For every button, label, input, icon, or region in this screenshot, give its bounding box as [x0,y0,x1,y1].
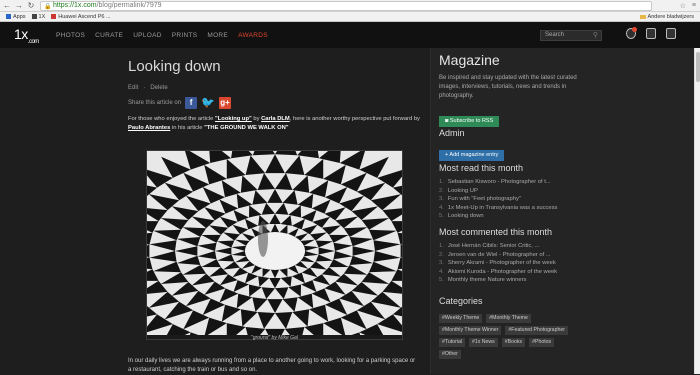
nav-photos[interactable]: PHOTOS [56,32,85,39]
intro-paragraph: For those who enjoyed the article "Looki… [128,116,420,131]
list-item[interactable]: 2. Looking UP [439,187,557,196]
google-plus-icon[interactable]: g+ [219,97,232,109]
tag-weekly-theme[interactable]: #Weekly Theme [439,314,483,323]
site-header: 1x.com PHOTOS CURATE UPLOAD PRINTS MORE … [0,22,700,48]
list-item[interactable]: 3. Sherry Akrami - Photographer of the we… [439,259,557,268]
site-logo[interactable]: 1x.com [14,26,39,45]
list-item[interactable]: 1. José Hernán Cibils: Senior Critic, ... [439,242,557,251]
nav-curate[interactable]: CURATE [95,32,123,39]
bookmarks-bar: Apps 1X Huawei Ascend P6 ... Andere blad… [0,12,700,22]
tag-photos[interactable]: #Photos [529,338,555,347]
nav-awards[interactable]: AWARDS [238,32,268,39]
list-item[interactable]: 5. Monthly theme Nature winners [439,276,557,285]
share-row: Share this article on f 🐦 g+ [128,97,420,109]
profile-icon[interactable] [666,28,676,39]
bookmark-huawei[interactable]: Huawei Ascend P6 ... [51,14,111,20]
delete-link[interactable]: Delete [150,85,167,91]
messages-icon[interactable] [646,28,656,39]
tag-books[interactable]: #Books [501,338,526,347]
reload-icon[interactable]: ↻ [26,1,36,11]
link-carla[interactable]: Carla DLM [261,116,290,122]
bookmark-icon [51,14,57,19]
bookmark-1x[interactable]: 1X [31,14,45,20]
link-paulo[interactable]: Paulo Abrantes [128,125,170,131]
edit-link[interactable]: Edit [128,85,138,91]
browser-toolbar: ← → ↻ 🔒 https://1x.com/blog/permalink/79… [0,0,700,12]
star-icon[interactable]: ☆ [680,2,686,10]
bookmark-icon [31,14,37,19]
article: Looking down Edit · Delete Share this ar… [128,58,420,131]
url-path: /blog/permalink/7979 [96,2,162,9]
most-read-list: 1. Sebastian Kisworo - Photographer of t.… [439,178,557,221]
photo-caption: "ground" by Mike Gal [251,335,298,341]
link-looking-up[interactable]: "Looking up" [215,116,252,122]
nav-more[interactable]: MORE [207,32,228,39]
photo-image [147,151,402,335]
back-icon[interactable]: ← [2,1,12,11]
list-item[interactable]: 5. Looking down [439,212,557,221]
list-item[interactable]: 2. Jeroen van de Wiel - Photographer of .… [439,251,557,260]
body-paragraph: In our daily lives we are always running… [128,358,416,373]
notifications-icon[interactable] [626,27,637,39]
lock-icon: 🔒 [44,4,52,10]
list-item[interactable]: 4. Akiomi Kuroda - Photographer of the we… [439,268,557,277]
address-bar[interactable]: 🔒 https://1x.com/blog/permalink/7979 [40,1,652,11]
apps-icon [6,14,11,19]
tag-monthly-theme-winner[interactable]: #Monthly Theme Winner [439,326,502,335]
bookmark-apps[interactable]: Apps [6,14,26,20]
search-input[interactable]: Search ⚲ [540,30,602,41]
list-item[interactable]: 4. 1x Meet-Up in Transylvania was a succe… [439,204,557,213]
forward-icon[interactable]: → [14,1,24,11]
page-title: Looking down [128,58,221,75]
url-host: https://1x.com [53,2,97,9]
article-photo[interactable]: "ground" by Mike Gal [146,150,403,341]
page-scrollbar[interactable] [694,48,700,374]
search-icon[interactable]: ⚲ [593,31,598,40]
list-item[interactable]: 3. Fun with "Feet photography" [439,195,557,204]
tag-tutorial[interactable]: #Tutorial [439,338,465,347]
add-magazine-entry-button[interactable]: + Add magazine entry [439,150,505,161]
scrollbar-thumb[interactable] [696,52,700,82]
nav-upload[interactable]: UPLOAD [133,32,162,39]
menu-icon[interactable]: ≡ [692,2,696,10]
list-item[interactable]: 1. Sebastian Kisworo - Photographer of t.… [439,178,557,187]
main-nav: PHOTOS CURATE UPLOAD PRINTS MORE AWARDS [56,32,268,39]
category-tags: #Weekly Theme #Monthly Theme #Monthly Th… [439,314,569,359]
sidebar: Magazine Be inspired and stay updated wi… [430,48,700,374]
sidebar-description: Be inspired and stay updated with the la… [439,75,577,99]
tag-monthly-theme[interactable]: #Monthly Theme [486,314,531,323]
categories-heading: Categories [439,296,483,306]
most-read-heading: Most read this month [439,163,524,173]
most-commented-list: 1. José Hernán Cibils: Senior Critic, ...… [439,242,557,285]
share-label: Share this article on [128,100,182,106]
folder-icon [639,15,646,19]
other-bookmarks[interactable]: Andere bladwijzers [639,14,694,20]
subscribe-rss-button[interactable]: ◙ Subscribe to RSS [439,116,500,127]
sidebar-title: Magazine [439,52,500,68]
tag-1x-news[interactable]: #1x News [469,338,498,347]
admin-heading: Admin [439,128,465,138]
link-ground[interactable]: "THE GROUND WE WALK ON" [204,125,288,131]
facebook-icon[interactable]: f [185,97,198,109]
most-commented-heading: Most commented this month [439,227,553,237]
tag-featured-photographer[interactable]: #Featured Photographer [505,326,568,335]
twitter-icon[interactable]: 🐦 [201,97,215,109]
tag-other[interactable]: #Other [439,350,461,359]
mosaic-pattern [147,151,402,335]
nav-prints[interactable]: PRINTS [172,32,198,39]
